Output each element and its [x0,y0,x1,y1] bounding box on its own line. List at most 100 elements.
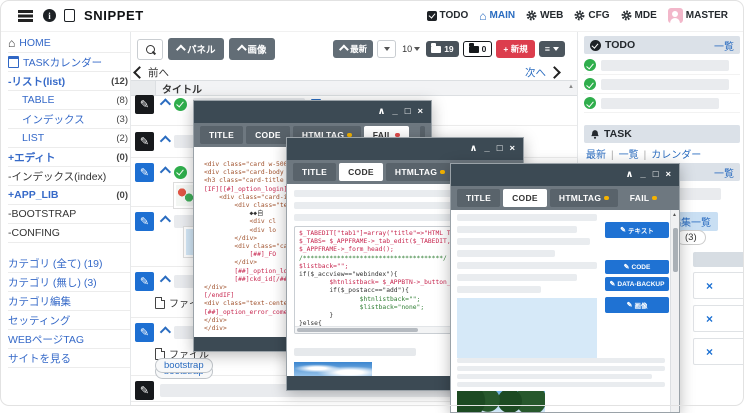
nav-cfg[interactable]: CFG [574,10,609,21]
check-circle-icon [584,59,596,71]
palm-image-thumbnail[interactable] [457,391,545,412]
edit-pencil-button[interactable]: ✎ [135,323,154,342]
pin-list-link[interactable]: 一覧 [714,165,734,180]
window-titlebar[interactable]: ∧ _ □ × [194,101,431,123]
file-icon [155,297,165,309]
close-icon[interactable]: × [706,345,713,359]
close-icon[interactable]: × [706,312,713,326]
task-link[interactable]: 一覧 [606,146,639,161]
edit-action-button[interactable]: ✎テキスト [605,222,669,238]
window-close-button[interactable]: × [665,170,671,180]
editor-tab[interactable]: CODE [339,163,383,181]
edit-action-button[interactable]: ✎CODE [605,260,669,274]
search-button[interactable] [137,39,163,60]
window-titlebar[interactable]: ∧ _ □ × [287,138,523,160]
sidebar-item[interactable]: -BOOTSTRAP [8,205,130,224]
sidebar-item[interactable]: LIST (2) [8,129,130,148]
editor-tab[interactable]: TITLE [200,126,243,144]
window-hide-button[interactable]: _ [392,107,397,117]
edit-action-button[interactable]: ✎DATA-BACKUP [605,277,669,291]
vertical-scrollbar[interactable]: ▲ [670,210,679,412]
edit-pencil-button[interactable]: ✎ [135,132,154,151]
sidebar-item[interactable]: WEBページTAG [8,330,130,349]
todo-item[interactable] [584,56,740,75]
editor-tab[interactable]: TITLE [457,189,500,207]
edit-pencil-button[interactable]: ✎ [135,272,154,291]
window-close-button[interactable]: × [417,107,423,117]
window-hide-button[interactable]: _ [640,170,645,180]
window-maximize-button[interactable]: □ [653,170,659,180]
editor-tab[interactable]: TITLE [293,163,336,181]
pencil-icon: ✎ [140,216,149,227]
sidebar-item[interactable]: インデックス (3) [8,110,130,129]
sidebar-item[interactable]: +APP_LIB (0) [8,186,130,205]
chevron-up-icon[interactable] [160,168,168,176]
chevron-up-icon[interactable] [160,100,168,108]
sidebar-item[interactable]: セッティング [8,311,130,330]
info-icon[interactable]: i [43,9,56,22]
todo-item[interactable] [584,75,740,94]
scrollbar-thumb[interactable] [297,328,418,332]
editor-tab[interactable]: HTMLTAG [550,189,618,207]
window-minimize-button[interactable]: ∧ [626,170,634,180]
panel-collapse-button[interactable]: パネル [168,38,224,60]
edit-action-button[interactable]: ✎画像 [605,297,669,313]
window-minimize-button[interactable]: ∧ [378,107,386,117]
sidebar-item[interactable]: カテゴリ (全て) (19) [8,254,130,273]
sky-image-thumbnail[interactable] [294,362,372,376]
window-close-button[interactable]: × [509,144,515,154]
sidebar-item[interactable]: カテゴリ編集 [8,292,130,311]
edit-pencil-button[interactable]: ✎ [135,381,154,400]
prev-page-link[interactable]: 前へ [135,65,169,80]
editor-tab[interactable]: CODE [246,126,290,144]
edit-pencil-button[interactable]: ✎ [135,163,154,182]
nav-todo[interactable]: TODO [427,10,469,21]
nav-mde[interactable]: MDE [621,10,657,21]
sidebar-item[interactable]: -インデックス(index) [8,167,130,186]
window-hide-button[interactable]: _ [484,144,489,154]
nav-user[interactable]: MASTER [668,8,728,23]
scrollbar-thumb[interactable] [673,228,678,272]
chevron-up-icon[interactable] [160,137,168,145]
window-titlebar[interactable]: ∧ _ □ × [451,164,679,186]
todo-list-link[interactable]: 一覧 [714,38,734,53]
chevron-up-icon[interactable] [160,328,168,336]
chevron-up-icon[interactable] [160,277,168,285]
hamburger-menu-icon[interactable] [18,10,33,13]
new-snippet-button[interactable]: + 新規 [496,40,534,58]
sidebar-item[interactable]: TASKカレンダー [8,53,130,72]
latest-sort-button[interactable]: 最新 [333,40,373,58]
nav-main[interactable]: ⌂MAIN [479,10,515,21]
per-page-select[interactable]: 10 [400,44,422,54]
window-maximize-button[interactable]: □ [405,107,411,117]
sort-select[interactable] [377,40,396,58]
open-folder-count-button[interactable]: 19 [426,41,458,57]
editor-tab[interactable]: HTMLTAG [386,163,454,181]
sidebar-item[interactable]: ⌂ HOME [8,34,130,53]
close-icon[interactable]: × [706,279,713,293]
sidebar-item[interactable]: -リスト(list) (12) [8,72,130,91]
task-link[interactable]: 最新 [586,146,606,161]
next-page-link[interactable]: 次へ [525,65,559,80]
list-menu-button[interactable]: ≡ [539,41,565,57]
window-maximize-button[interactable]: □ [497,144,503,154]
editor-tab[interactable]: FAIL [621,189,666,207]
edit-pencil-button[interactable]: ✎ [135,212,154,231]
edit-pencil-button[interactable]: ✎ [135,95,154,114]
task-link[interactable]: カレンダー [639,146,702,161]
scrollbar-up-arrow[interactable]: ▲ [672,212,677,218]
editor-tab[interactable]: CODE [503,189,547,207]
image-collapse-button[interactable]: 画像 [229,38,275,60]
window-minimize-button[interactable]: ∧ [470,144,478,154]
sidebar-item[interactable]: カテゴリ (無し) (3) [8,273,130,292]
sidebar-item[interactable]: -CONFING [8,224,130,243]
sidebar-item[interactable]: TABLE (8) [8,91,130,110]
nav-web[interactable]: WEB [526,10,563,21]
chevron-up-icon[interactable] [160,217,168,225]
tag-badge[interactable]: bootstrap [155,358,213,373]
todo-item[interactable] [584,94,740,113]
closed-folder-count-button[interactable]: 0 [463,41,493,57]
sidebar-item[interactable]: +エディト (0) [8,148,130,167]
sidebar-item[interactable]: サイトを見る [8,349,130,368]
copy-icon[interactable] [64,9,75,22]
